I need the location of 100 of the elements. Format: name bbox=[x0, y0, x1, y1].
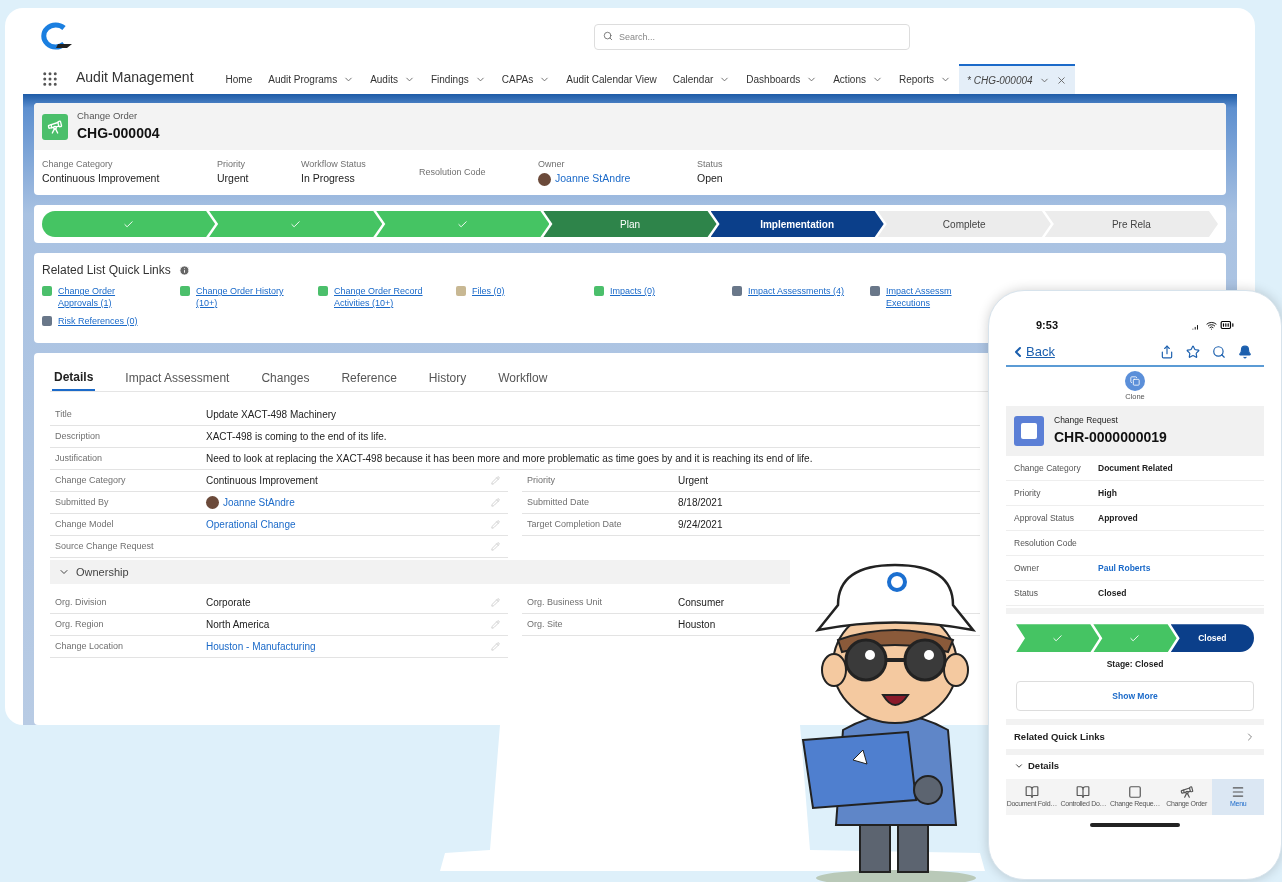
record-tab[interactable]: Reference bbox=[339, 365, 399, 391]
nav-tab[interactable]: Actions bbox=[825, 64, 891, 94]
quick-link[interactable]: Change Order Approvals (1) bbox=[58, 285, 156, 309]
section-link[interactable]: Related Quick Links bbox=[1006, 725, 1264, 755]
field-label: Change Model bbox=[55, 517, 115, 531]
field-value: Urgent bbox=[217, 171, 250, 187]
record-tab[interactable]: Impact Assessment bbox=[123, 365, 232, 391]
chevron-down-icon bbox=[1014, 761, 1024, 771]
edit-icon[interactable] bbox=[491, 498, 500, 507]
back-link[interactable]: Back bbox=[1010, 342, 1055, 362]
field-value: Approved bbox=[1098, 511, 1138, 525]
record-link[interactable]: Houston - Manufacturing bbox=[206, 639, 316, 654]
field-value: 8/18/2021 bbox=[678, 496, 723, 510]
share-icon[interactable] bbox=[1160, 345, 1174, 359]
record-name: CHG-000004 bbox=[77, 124, 160, 144]
field-value: Continuous Improvement bbox=[42, 171, 161, 187]
star-icon[interactable] bbox=[1186, 345, 1200, 359]
record-tab[interactable]: Workflow bbox=[496, 365, 550, 391]
path-step[interactable]: Closed bbox=[1170, 624, 1254, 653]
record-type: Change Order bbox=[77, 108, 139, 123]
path-step[interactable] bbox=[1093, 624, 1177, 653]
edit-icon[interactable] bbox=[491, 520, 500, 529]
nav-tab[interactable]: * CHG-000004 bbox=[959, 64, 1075, 94]
field-label: Org. Site bbox=[527, 617, 564, 631]
section-header[interactable]: Details bbox=[1006, 755, 1264, 777]
nav-tab[interactable]: Audit Calendar View bbox=[558, 64, 665, 94]
field-label: Target Completion Date bbox=[527, 517, 623, 531]
edit-icon[interactable] bbox=[491, 476, 500, 485]
field-label: Change Category bbox=[55, 473, 127, 487]
path-step[interactable]: Plan bbox=[543, 211, 717, 237]
quick-link[interactable]: Change Order Record Activities (10+) bbox=[334, 285, 432, 309]
field-label: Priority bbox=[1014, 486, 1042, 500]
app-launcher-icon[interactable] bbox=[41, 70, 59, 88]
field-label: Justification bbox=[55, 451, 104, 465]
quick-link[interactable]: Change Order History (10+) bbox=[196, 285, 294, 309]
nav-tab[interactable]: Dashboards bbox=[738, 64, 826, 94]
field-label: Workflow Status bbox=[301, 157, 367, 171]
nav-tab[interactable]: Home bbox=[217, 64, 261, 94]
field-value: Houston bbox=[678, 618, 716, 632]
show-more-button[interactable]: Show More bbox=[1016, 681, 1254, 711]
clone-icon bbox=[1130, 376, 1140, 386]
search-icon[interactable] bbox=[1212, 345, 1226, 359]
field-label: Submitted Date bbox=[527, 495, 591, 509]
check-icon bbox=[123, 218, 135, 230]
quick-link[interactable]: Impact Assessments (4) bbox=[748, 285, 845, 297]
nav-tab[interactable]: Reports bbox=[891, 64, 959, 94]
field-value: Consumer bbox=[678, 596, 725, 610]
record-type: Change Request bbox=[1054, 414, 1119, 428]
field-label: Approval Status bbox=[1014, 511, 1075, 525]
telescope-icon bbox=[47, 118, 63, 135]
avatar-icon bbox=[206, 496, 219, 509]
telescope-icon bbox=[1179, 784, 1194, 799]
path-step[interactable]: Pre Rela bbox=[1044, 211, 1218, 237]
quick-link[interactable]: Files (0) bbox=[472, 285, 505, 297]
field-value: Urgent bbox=[678, 474, 708, 488]
field-label: Submitted By bbox=[55, 495, 110, 509]
path-step[interactable]: Complete bbox=[877, 211, 1051, 237]
record-tab[interactable]: Details bbox=[52, 365, 96, 391]
field-label: Owner bbox=[538, 157, 566, 171]
field-value: Continuous Improvement bbox=[206, 474, 318, 488]
edit-icon[interactable] bbox=[491, 542, 500, 551]
nav-tab[interactable]: Findings bbox=[422, 64, 494, 94]
nav-tab[interactable]: Calendar bbox=[664, 64, 739, 94]
field-label: Status bbox=[1014, 586, 1040, 600]
avatar-icon bbox=[538, 172, 551, 186]
field-label: Priority bbox=[527, 473, 556, 487]
field-label: Change Location bbox=[55, 639, 125, 653]
edit-icon[interactable] bbox=[491, 642, 500, 651]
quick-link[interactable]: Impacts (0) bbox=[610, 285, 655, 297]
logo-icon bbox=[38, 22, 74, 50]
notification-icon[interactable] bbox=[1238, 345, 1252, 359]
search-field[interactable]: Search... bbox=[594, 24, 910, 50]
nav-tab[interactable]: Audits bbox=[362, 64, 423, 94]
field-label: Description bbox=[55, 429, 102, 443]
nav-tab[interactable]: Audit Programs bbox=[260, 64, 363, 94]
user-link[interactable]: Joanne StAndre bbox=[555, 171, 631, 188]
record-tab[interactable]: Changes bbox=[259, 365, 312, 391]
info-icon[interactable] bbox=[178, 264, 190, 276]
close-icon[interactable] bbox=[1055, 74, 1067, 86]
user-link[interactable]: Joanne StAndre bbox=[223, 495, 295, 510]
record-tab[interactable]: History bbox=[426, 365, 469, 391]
status-time: 9:53 bbox=[1036, 317, 1059, 333]
field-value: Corporate bbox=[206, 596, 251, 610]
nav-tab[interactable]: CAPAs bbox=[493, 64, 559, 94]
menu-icon bbox=[1231, 784, 1246, 799]
record-link[interactable]: Paul Roberts bbox=[1098, 561, 1151, 575]
quick-link[interactable]: Impact Assessm Executions bbox=[886, 285, 984, 309]
path-step[interactable]: Implementation bbox=[710, 211, 884, 237]
edit-icon[interactable] bbox=[491, 598, 500, 607]
check-icon bbox=[457, 218, 469, 230]
record-link[interactable]: Operational Change bbox=[206, 517, 296, 532]
field-value: XACT-498 is coming to the end of its life. bbox=[206, 430, 387, 444]
section-header[interactable]: Ownership bbox=[50, 560, 790, 584]
check-icon bbox=[290, 218, 302, 230]
field-value: Open bbox=[697, 171, 724, 187]
field-label: Change Category bbox=[1014, 461, 1082, 475]
book-icon bbox=[1076, 784, 1091, 799]
quick-link[interactable]: Risk References (0) bbox=[58, 315, 138, 327]
edit-icon[interactable] bbox=[491, 620, 500, 629]
square-icon bbox=[1128, 784, 1142, 799]
